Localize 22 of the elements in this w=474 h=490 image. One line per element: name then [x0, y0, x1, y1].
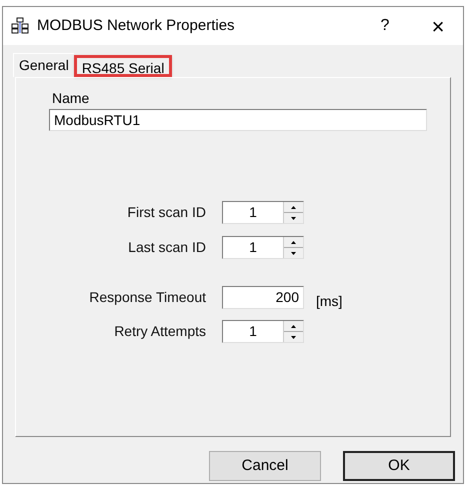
field-label: Name: [52, 89, 90, 108]
spinner-field[interactable]: 1: [222, 201, 304, 224]
dialog-button[interactable]: Cancel: [209, 451, 321, 481]
unit-label: [ms]: [316, 292, 342, 311]
field-label: First scan ID: [126, 203, 207, 222]
spinner-field[interactable]: 1: [222, 320, 304, 343]
name-field[interactable]: ModbusRTU1: [49, 109, 427, 131]
dialog-button[interactable]: OK: [343, 451, 455, 481]
field-label: Response Timeout: [88, 288, 207, 307]
window-title: MODBUS Network Properties: [37, 16, 236, 36]
field-label: Last scan ID: [127, 238, 207, 257]
help-button[interactable]: ?: [365, 14, 405, 38]
tab[interactable]: General: [13, 53, 74, 77]
field-label: Retry Attempts: [113, 322, 207, 341]
spin-buttons[interactable]: [283, 321, 303, 342]
spin-buttons[interactable]: [283, 202, 303, 223]
tab[interactable]: RS485 Serial: [74, 55, 172, 77]
spin-buttons[interactable]: [283, 237, 303, 258]
spinner-field[interactable]: 1: [222, 236, 304, 259]
input-field[interactable]: 200: [222, 286, 304, 309]
network-icon: [11, 17, 29, 35]
close-button[interactable]: ×: [413, 10, 463, 42]
